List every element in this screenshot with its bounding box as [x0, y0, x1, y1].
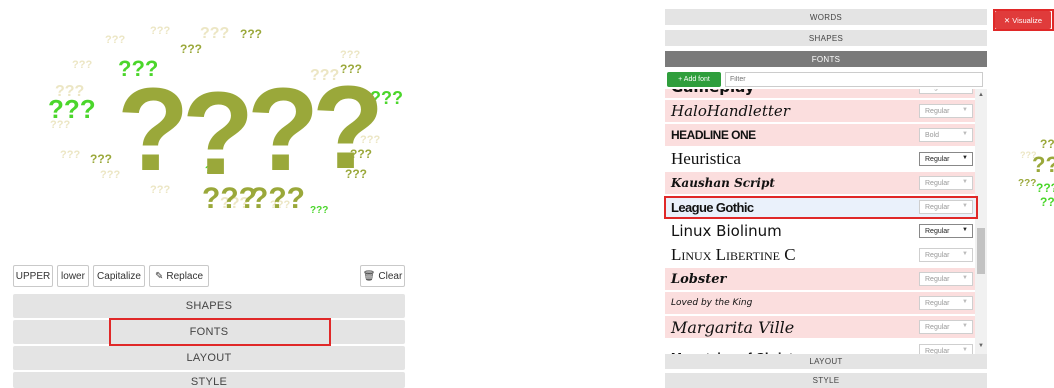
cloud-word: ??? — [1032, 152, 1054, 177]
font-style-select[interactable]: Regular▼ — [919, 104, 973, 118]
edit-icon: ✎ — [154, 270, 164, 282]
layout-accordion[interactable]: LAYOUT — [13, 346, 405, 370]
visualize-label: Visualize — [1012, 15, 1043, 25]
cloud-word-large: ? — [117, 64, 189, 196]
font-name: Linux Libertine C — [671, 245, 796, 264]
cloud-word: ??? — [1040, 137, 1054, 151]
style-accordion-right[interactable]: STYLE — [665, 373, 987, 388]
cloud-word: ??? — [340, 49, 360, 61]
font-style-select[interactable]: Regular▼ — [919, 224, 973, 238]
cloud-word: ??? — [48, 94, 96, 124]
league-gothic-highlight-box — [664, 196, 978, 219]
word-cloud-preview: ??? ??? ??? ??? ??? ??? ??? ??? ??? ??? … — [48, 25, 403, 216]
scrollbar-thumb[interactable] — [977, 228, 985, 274]
fonts-accordion-right[interactable]: FONTS — [665, 51, 987, 67]
cloud-word-large: ? — [312, 62, 384, 194]
font-row-lobster[interactable]: Lobster Regular ▼ — [665, 268, 975, 290]
font-style-select[interactable]: Regular▼ — [919, 320, 973, 334]
font-name: Lobster — [671, 271, 727, 287]
font-style-select[interactable]: Regular▼ — [919, 344, 973, 354]
font-name: Mountains of Christmas — [671, 346, 819, 355]
font-style-select[interactable]: Bold ▼ — [919, 128, 973, 142]
words-accordion[interactable]: WORDS — [665, 9, 987, 25]
shapes-accordion-right[interactable]: SHAPES — [665, 30, 987, 46]
cloud-word: ??? — [240, 27, 262, 41]
font-name: HEADLINE ONE — [671, 128, 756, 142]
font-row-heuristica[interactable]: Heuristica Regular ▼ — [665, 148, 975, 170]
capitalize-button[interactable]: Capitalize — [93, 265, 145, 287]
font-name: Loved by the King — [671, 298, 753, 308]
add-font-button[interactable]: + Add font — [667, 72, 721, 87]
scroll-down-arrow-icon[interactable]: ▼ — [978, 343, 984, 349]
replace-button[interactable]: ✎ Replace — [149, 265, 209, 287]
font-row-loved-by-the-king[interactable]: Loved by the King Regular ▼ — [665, 292, 975, 314]
font-filter-input[interactable] — [725, 72, 983, 87]
replace-label: Replace — [166, 270, 204, 282]
font-list-scrollbar[interactable]: ▲ ▼ — [975, 89, 987, 354]
font-row-headline-one[interactable]: HEADLINE ONE Bold ▼ — [665, 124, 975, 146]
case-toolbar: UPPER lower Capitalize ✎ Replace 🗑 Clear — [13, 265, 405, 287]
cloud-word: ??? — [1040, 195, 1054, 209]
cloud-word: ??? — [60, 149, 80, 161]
trash-icon: 🗑 — [362, 270, 376, 282]
cloud-word-large: ? — [247, 64, 319, 196]
cloud-word: ??? — [1018, 178, 1036, 189]
font-style-select[interactable]: Regular▼ — [919, 272, 973, 286]
font-style-select[interactable]: Regular▼ — [919, 248, 973, 262]
clear-label: Clear — [378, 270, 403, 282]
font-toolbar: + Add font — [665, 71, 987, 88]
font-row-halohandletter[interactable]: HaloHandletter Regular ▼ — [665, 100, 975, 122]
cloud-word: ??? — [105, 34, 125, 46]
fonts-highlight-box — [109, 318, 331, 346]
font-row-linux-biolinum[interactable]: Linux Biolinum Regular ▼ — [665, 220, 975, 242]
font-name: Kaushan Script — [671, 176, 775, 190]
cloud-word: ??? — [150, 25, 170, 37]
cloud-word: ??? — [310, 205, 328, 216]
partial-cloud-preview: ??? ??? ??? ??? ??? ??? — [1018, 137, 1054, 209]
font-name: Gameplay — [671, 89, 755, 98]
font-list: Gameplay Regular▼ HaloHandletter Regular… — [665, 89, 987, 354]
font-row-kaushan-script[interactable]: Kaushan Script Regular ▼ — [665, 172, 975, 194]
lower-case-button[interactable]: lower — [57, 265, 89, 287]
font-style-select[interactable]: Regular▼ — [919, 296, 973, 310]
visualize-button[interactable]: ✕ Visualize — [995, 11, 1051, 29]
cloud-word: ??? — [180, 42, 202, 56]
font-style-select[interactable]: Regular▼ — [919, 89, 973, 94]
upper-case-button[interactable]: UPPER — [13, 265, 53, 287]
cloud-word: ??? — [250, 182, 305, 215]
font-name: Margarita Ville — [671, 317, 795, 337]
shapes-accordion[interactable]: SHAPES — [13, 294, 405, 318]
font-name: Linux Biolinum — [671, 222, 782, 240]
cloud-word-large: ? — [182, 68, 254, 200]
font-name: HaloHandletter — [671, 102, 790, 120]
scroll-up-arrow-icon[interactable]: ▲ — [978, 92, 984, 98]
cloud-word: ??? — [1036, 181, 1054, 195]
shuffle-icon: ✕ — [1003, 15, 1011, 25]
cloud-word: ??? — [72, 59, 92, 71]
layout-accordion-right[interactable]: LAYOUT — [665, 354, 987, 369]
cloud-word: ??? — [200, 25, 229, 42]
left-editor-panel: ??? ??? ??? ??? ??? ??? ??? ??? ??? ??? … — [0, 0, 410, 388]
font-row-gameplay[interactable]: Gameplay Regular▼ — [665, 89, 975, 98]
font-row-mountains-of-christmas[interactable]: Mountains of Christmas Regular▼ — [665, 340, 975, 354]
font-row-linux-libertine-c[interactable]: Linux Libertine C Regular ▼ — [665, 244, 975, 266]
style-accordion[interactable]: STYLE — [13, 372, 405, 388]
font-style-select[interactable]: Regular▼ — [919, 176, 973, 190]
clear-button[interactable]: 🗑 Clear — [360, 265, 405, 287]
font-row-margarita-ville[interactable]: Margarita Ville Regular ▼ — [665, 316, 975, 338]
font-style-select[interactable]: Regular▼ — [919, 152, 973, 166]
cloud-word: ??? — [202, 182, 257, 215]
cloud-word: ??? — [90, 152, 112, 166]
font-name: Heuristica — [671, 149, 741, 168]
